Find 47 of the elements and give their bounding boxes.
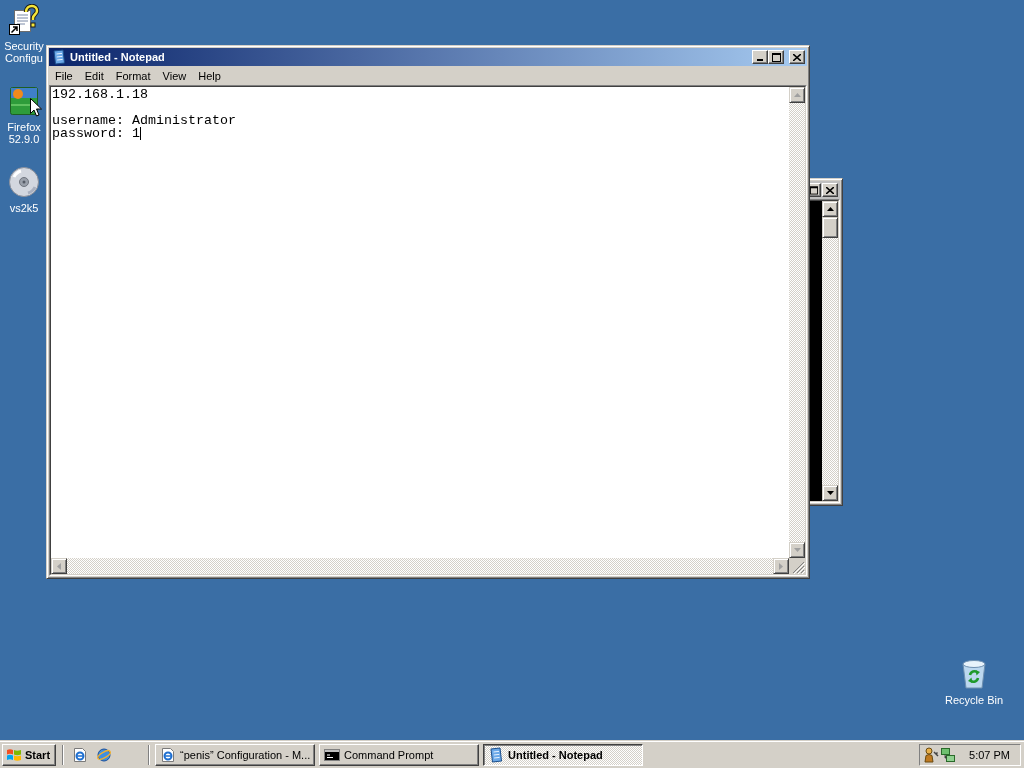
notepad-icon — [488, 746, 505, 763]
scroll-up-button[interactable] — [789, 87, 805, 103]
icon-label: Security Configu — [3, 40, 45, 64]
vertical-scrollbar[interactable] — [789, 87, 805, 558]
document-text: 192.168.1.18 username: Administrator password: 1 — [52, 87, 236, 141]
globe-icon[interactable] — [96, 746, 113, 763]
network-icon[interactable] — [940, 746, 957, 763]
console-icon — [324, 746, 341, 763]
scroll-left-button[interactable] — [51, 558, 67, 574]
resize-grip-icon[interactable] — [793, 562, 805, 574]
browser-page-icon — [160, 746, 177, 763]
scroll-down-button[interactable] — [789, 542, 805, 558]
menu-item[interactable]: Edit — [78, 67, 110, 84]
disc-icon[interactable] — [8, 166, 40, 198]
browser-page-icon[interactable] — [72, 746, 89, 763]
notepad-icon[interactable] — [51, 49, 67, 65]
minimize-icon — [757, 59, 763, 61]
flag-icon — [6, 746, 22, 763]
vertical-scrollbar[interactable] — [822, 201, 838, 501]
clock[interactable]: 5:07 PM — [969, 748, 1010, 761]
menu-item[interactable]: Format — [109, 67, 157, 84]
taskbar-button[interactable]: Untitled - Notepad — [483, 743, 644, 766]
icon-label: Recycle Bin — [943, 694, 1005, 706]
icon-label: Firefox 52.9.0 — [6, 121, 42, 145]
menu-item[interactable]: File — [49, 67, 79, 84]
icon-label: vs2k5 — [8, 202, 40, 214]
start-button[interactable]: Start — [2, 743, 57, 766]
close-icon — [826, 186, 834, 194]
minimize-button[interactable] — [752, 50, 768, 64]
menu-item[interactable]: Help — [192, 67, 227, 84]
mouse-pointer-icon — [30, 98, 42, 117]
person-key-icon[interactable] — [923, 746, 940, 763]
close-button[interactable] — [789, 50, 805, 64]
scroll-down-button[interactable] — [822, 485, 838, 501]
editing-area[interactable]: 192.168.1.18 username: Administrator password: 1 — [51, 87, 789, 558]
taskbar-button[interactable]: “penis” Configuration - M... — [155, 743, 316, 766]
scroll-right-button[interactable] — [773, 558, 789, 574]
horizontal-scrollbar[interactable] — [51, 558, 789, 574]
scroll-thumb[interactable] — [822, 217, 838, 238]
window-title: Untitled - Notepad — [70, 51, 166, 63]
document-question-icon[interactable] — [8, 4, 40, 36]
scroll-up-button[interactable] — [822, 201, 838, 217]
taskbar-button[interactable]: Command Prompt — [319, 743, 480, 766]
maximize-icon — [771, 52, 781, 62]
maximize-button[interactable] — [768, 50, 784, 64]
close-icon — [793, 53, 801, 61]
menu-item[interactable]: View — [156, 67, 193, 84]
